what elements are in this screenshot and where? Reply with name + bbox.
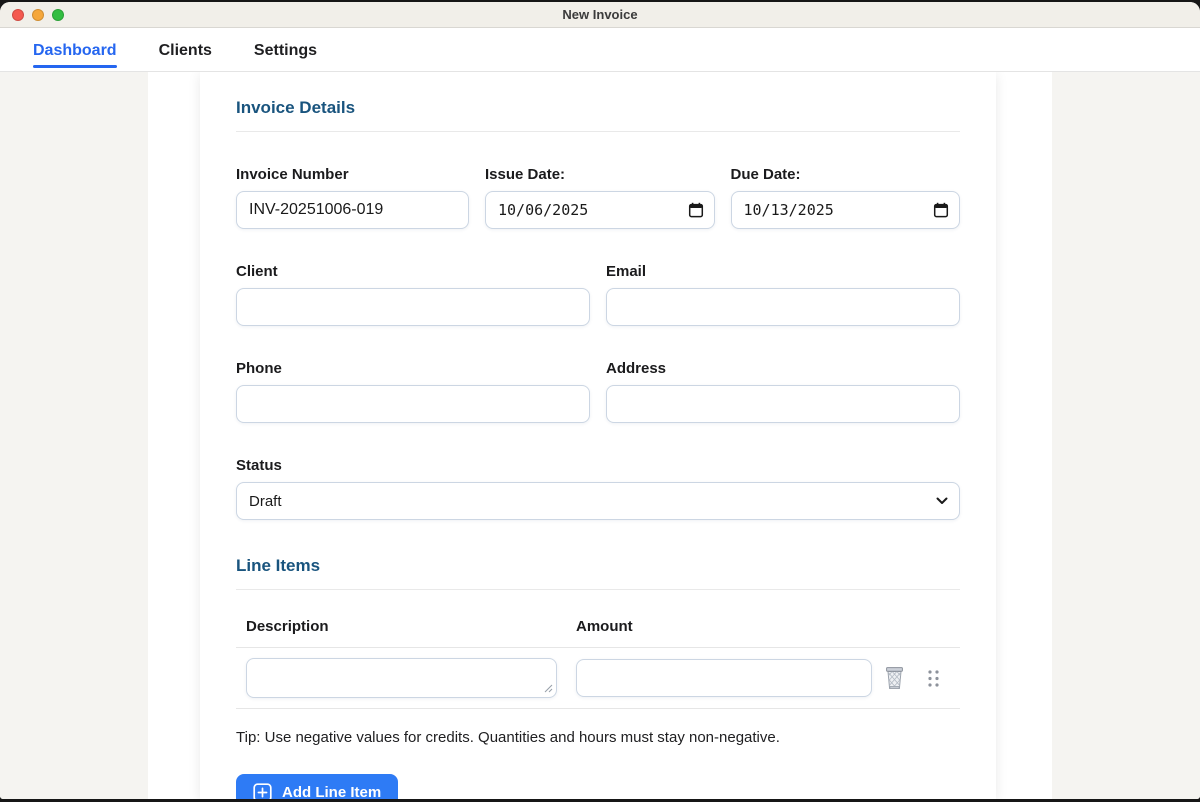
titlebar: New Invoice (0, 2, 1200, 28)
issue-date-input[interactable] (485, 191, 715, 229)
tab-clients-label: Clients (158, 42, 212, 59)
window-controls (12, 9, 64, 21)
address-label: Address (606, 360, 667, 377)
tab-settings-label: Settings (253, 42, 318, 59)
drag-handle[interactable] (927, 669, 940, 688)
tab-dashboard-label: Dashboard (33, 42, 117, 59)
line-item-row (236, 648, 960, 708)
plus-square-icon (253, 783, 272, 799)
issue-date-label: Issue Date: (485, 166, 566, 183)
status-select[interactable]: Draft (236, 482, 960, 520)
client-field: Client (236, 263, 590, 326)
due-date-input[interactable] (730, 191, 960, 229)
email-label: Email (606, 263, 647, 280)
invoice-number-field: Invoice Number (236, 166, 469, 229)
trash-icon (886, 666, 903, 689)
status-label: Status (236, 457, 282, 474)
section-divider (236, 131, 960, 132)
email-field: Email (606, 263, 960, 326)
address-field: Address (606, 360, 960, 423)
nav-bar: Dashboard Clients Settings (0, 28, 1200, 72)
row-divider (236, 708, 960, 709)
textarea-resize-handle[interactable] (543, 683, 553, 693)
line-items-header: Description Amount (236, 618, 960, 635)
line-item-description-input[interactable] (246, 658, 557, 698)
tip-text: Tip: Use negative values for credits. Qu… (236, 729, 780, 746)
zoom-button[interactable] (52, 9, 64, 21)
invoice-number-input[interactable] (236, 191, 469, 229)
phone-label: Phone (236, 360, 282, 377)
add-line-item-label: Add Line Item (282, 784, 382, 799)
address-input[interactable] (606, 385, 960, 423)
invoice-form-card: Invoice Details Invoice Number Issue Dat… (200, 72, 996, 799)
minimize-button[interactable] (32, 9, 44, 21)
email-input[interactable] (606, 288, 960, 326)
line-items-heading: Line Items (236, 556, 321, 575)
add-line-item-button[interactable]: Add Line Item (236, 774, 399, 799)
line-item-amount-input[interactable] (576, 659, 872, 697)
client-input[interactable] (236, 288, 590, 326)
app-window: New Invoice Dashboard Clients Settings I… (0, 2, 1200, 799)
active-tab-underline (33, 65, 117, 68)
phone-field: Phone (236, 360, 590, 423)
invoice-number-label: Invoice Number (236, 166, 349, 183)
page-background: Invoice Details Invoice Number Issue Dat… (0, 72, 1200, 799)
phone-input[interactable] (236, 385, 590, 423)
tab-settings[interactable]: Settings (254, 28, 317, 68)
description-column-header: Description (246, 618, 329, 635)
delete-line-item-button[interactable] (882, 664, 907, 693)
window-title: New Invoice (562, 7, 638, 22)
content-panel: Invoice Details Invoice Number Issue Dat… (148, 72, 1052, 799)
issue-date-field: Issue Date: (485, 166, 715, 229)
tab-dashboard[interactable]: Dashboard (33, 28, 117, 68)
due-date-label: Due Date: (730, 166, 801, 183)
client-label: Client (236, 263, 278, 280)
invoice-details-heading: Invoice Details (236, 98, 356, 117)
close-button[interactable] (12, 9, 24, 21)
status-field: Status Draft (236, 457, 960, 520)
amount-column-header: Amount (576, 618, 633, 635)
tab-clients[interactable]: Clients (159, 28, 212, 68)
due-date-field: Due Date: (730, 166, 960, 229)
drag-handle-icon (928, 669, 939, 687)
section-divider (236, 589, 960, 590)
